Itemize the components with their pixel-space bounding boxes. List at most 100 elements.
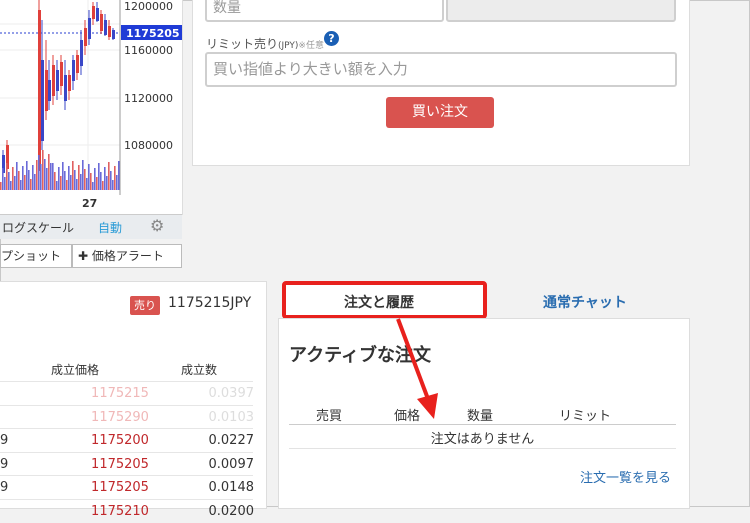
trade-row: 1175215 0.0397 <box>0 381 254 405</box>
orders-header-divider <box>289 424 676 425</box>
volume-bar <box>52 163 54 190</box>
quantity-secondary-field[interactable] <box>446 0 676 22</box>
volume-bar <box>84 169 86 190</box>
volume-bar <box>40 164 42 190</box>
volume-bar <box>76 179 78 190</box>
price-chart[interactable]: 1200000 1175205 1160000 1120000 1080000 … <box>0 0 183 215</box>
volume-bar <box>116 175 118 190</box>
volume-bar <box>48 154 50 190</box>
col-side: 売買 <box>316 409 343 424</box>
candle-body <box>112 30 115 39</box>
price-alert-label: 価格アラート <box>91 249 164 263</box>
volume-bar <box>22 166 24 190</box>
y-tick-1160000: 1160000 <box>124 44 173 57</box>
volume-bar <box>38 155 40 190</box>
volume-series <box>0 150 120 190</box>
volume-bar <box>68 166 70 190</box>
volume-bar <box>118 161 120 190</box>
candle-body <box>88 18 91 39</box>
volume-bar <box>16 162 18 190</box>
volume-bar <box>90 173 92 190</box>
trade-row: 1175290 0.0103 <box>0 404 255 429</box>
col-limit: リミット <box>559 409 612 424</box>
log-scale-toggle[interactable]: ログスケール <box>2 219 74 236</box>
volume-bar <box>82 160 84 190</box>
trade-time-fragment: 9 <box>0 480 9 495</box>
col-quantity: 数量 <box>467 409 494 424</box>
volume-bar <box>104 167 106 190</box>
volume-bar <box>54 172 56 190</box>
last-trade-price: 1175215JPY <box>168 295 252 311</box>
candle-body <box>92 6 95 19</box>
help-icon[interactable]: ? <box>324 31 339 46</box>
volume-bar <box>102 181 104 190</box>
volume-bar <box>50 163 52 190</box>
volume-bar <box>30 179 32 190</box>
volume-bar <box>94 168 96 190</box>
volume-bar <box>28 170 30 190</box>
trade-amount: 0.0148 <box>208 480 255 495</box>
trade-row: 1175210 0.0200 <box>0 498 255 523</box>
quantity-placeholder: 数量 <box>213 0 241 16</box>
col-trade-amount: 成立数 <box>181 363 218 377</box>
sell-badge: 売り <box>130 296 160 315</box>
volume-bar <box>62 162 64 190</box>
limit-label-text: リミット売り <box>206 37 279 51</box>
gear-icon[interactable]: ⚙ <box>150 216 164 235</box>
volume-bar <box>114 166 116 190</box>
candle-body <box>100 14 103 31</box>
volume-bar <box>46 168 48 190</box>
volume-bar <box>6 163 8 190</box>
chart-canvas: 1200000 1175205 1160000 1120000 1080000 … <box>0 0 182 210</box>
buy-order-button[interactable]: 買い注文 <box>386 97 494 128</box>
candle-body <box>84 28 87 46</box>
volume-bar <box>0 182 2 190</box>
volume-bar <box>64 171 66 190</box>
y-tick-1200000: 1200000 <box>124 0 173 13</box>
candle-body <box>80 40 83 66</box>
current-price-label: 1175205 <box>126 27 180 40</box>
volume-bar <box>60 176 62 190</box>
annotation-arrow <box>396 318 438 419</box>
candle-body <box>41 60 44 141</box>
limit-price-input[interactable]: 買い指値より大きい額を入力 <box>205 52 677 87</box>
tab-orders-label: 注文と履歴 <box>344 295 414 311</box>
tab-normal-chart[interactable]: 通常チャット <box>543 292 627 312</box>
annotation-arrow-head <box>417 393 438 419</box>
view-all-orders-link[interactable]: 注文一覧を見る <box>580 467 671 486</box>
volume-bar <box>8 172 10 190</box>
candle-body <box>64 75 67 101</box>
limit-placeholder: 買い指値より大きい額を入力 <box>213 60 408 78</box>
price-alert-button[interactable]: ✚ 価格アラート <box>72 244 182 268</box>
trade-amount: 0.0103 <box>208 409 255 425</box>
volume-bar <box>44 159 46 190</box>
trade-row: 9 1175205 0.0097 <box>0 451 255 476</box>
limit-sell-label: リミット売り(JPY)※任意 <box>206 35 324 52</box>
plus-icon: ✚ <box>78 249 89 263</box>
trade-price: 1175210 <box>91 503 149 519</box>
candle-body <box>76 55 79 73</box>
quantity-input[interactable]: 数量 <box>205 0 444 22</box>
volume-bar <box>42 150 44 190</box>
snapshot-button[interactable]: プショット <box>0 244 72 268</box>
volume-bar <box>36 160 38 190</box>
trade-amount: 0.0200 <box>208 503 255 519</box>
volume-bar <box>24 175 26 190</box>
chart-settings-bar: ログスケール 自動 ⚙ <box>0 214 182 239</box>
candle-body <box>60 62 63 86</box>
y-tick-1120000: 1120000 <box>124 92 173 105</box>
volume-bar <box>12 167 14 190</box>
candle-body <box>72 60 75 81</box>
orders-row-divider <box>289 448 676 449</box>
col-trade-price: 成立価格 <box>51 363 100 377</box>
trade-time-fragment: 9 <box>0 433 9 448</box>
trade-price: 1175215 <box>91 386 149 401</box>
volume-bar <box>88 164 90 190</box>
volume-bar <box>106 176 108 190</box>
trade-time-fragment: 9 <box>0 456 9 472</box>
auto-scale-toggle[interactable]: 自動 <box>98 219 122 236</box>
trade-row: 9 1175205 0.0148 <box>0 475 255 499</box>
limit-unit: (JPY) <box>278 41 299 51</box>
trade-amount: 0.0097 <box>208 456 255 472</box>
snapshot-label: プショット <box>1 249 62 263</box>
